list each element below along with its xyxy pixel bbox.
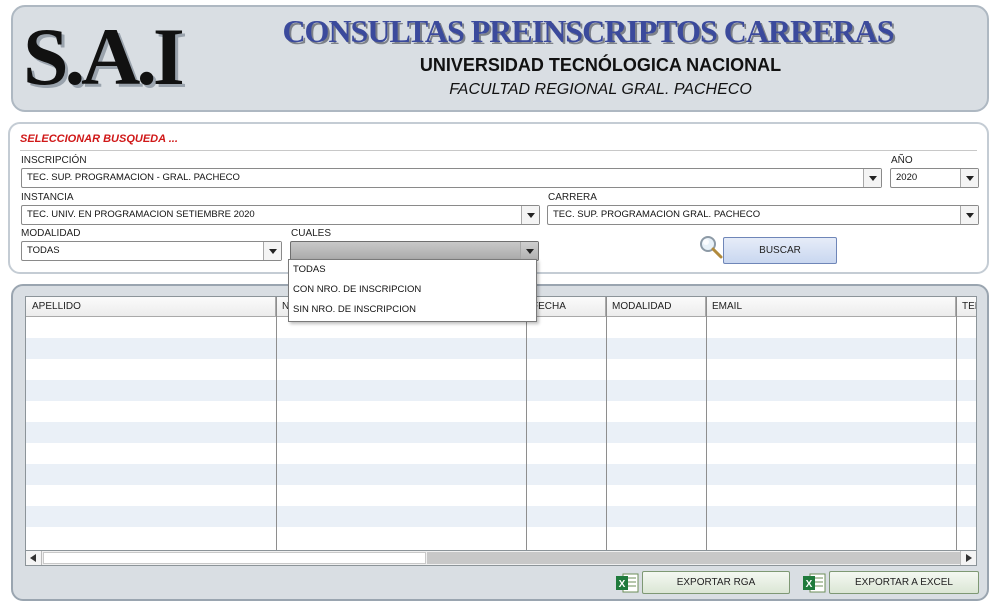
cuales-dropdown-list: TODAS CON NRO. DE INSCRIPCION SIN NRO. D… — [288, 259, 537, 322]
instancia-label: INSTANCIA — [21, 192, 74, 203]
page-title: CONSULTAS PREINSCRIPTOS CARRERAS — [282, 13, 894, 49]
table-row[interactable] — [26, 338, 976, 359]
excel-icon: X — [616, 573, 639, 593]
section-divider — [20, 150, 977, 151]
chevron-down-icon[interactable] — [521, 206, 539, 224]
inscripcion-value: TEC. SUP. PROGRAMACION - GRAL. PACHECO — [27, 172, 240, 183]
chevron-down-icon[interactable] — [520, 242, 538, 260]
table-row[interactable] — [26, 506, 976, 527]
search-section-title: SELECCIONAR BUSQUEDA ... — [20, 133, 178, 145]
export-excel-button[interactable]: EXPORTAR A EXCEL — [829, 571, 979, 594]
cuales-select[interactable] — [290, 241, 539, 261]
column-divider — [526, 297, 527, 551]
instancia-select[interactable]: TEC. UNIV. EN PROGRAMACION SETIEMBRE 202… — [21, 205, 540, 225]
column-divider — [956, 297, 957, 551]
column-header-email[interactable]: EMAIL — [706, 297, 956, 317]
results-panel: APELLIDO N FECHA MODALIDAD EMAIL TEL — [11, 284, 989, 601]
inscripcion-select[interactable]: TEC. SUP. PROGRAMACION - GRAL. PACHECO — [21, 168, 882, 188]
anio-select[interactable]: 2020 — [890, 168, 979, 188]
chevron-down-icon[interactable] — [960, 169, 978, 187]
modalidad-select[interactable]: TODAS — [21, 241, 282, 261]
horizontal-scrollbar[interactable] — [25, 550, 977, 566]
column-header-apellido[interactable]: APELLIDO — [26, 297, 276, 317]
carrera-value: TEC. SUP. PROGRAMACION GRAL. PACHECO — [553, 209, 761, 220]
table-row[interactable] — [26, 443, 976, 464]
dropdown-option-con-nro[interactable]: CON NRO. DE INSCRIPCION — [289, 280, 536, 300]
results-grid[interactable]: APELLIDO N FECHA MODALIDAD EMAIL TEL — [25, 296, 977, 552]
scroll-right-icon[interactable] — [960, 551, 976, 565]
magnifier-icon — [700, 236, 723, 259]
table-row[interactable] — [26, 527, 976, 548]
table-row[interactable] — [26, 464, 976, 485]
scroll-left-icon[interactable] — [26, 551, 42, 565]
column-divider — [706, 297, 707, 551]
table-row[interactable] — [26, 422, 976, 443]
anio-label: AÑO — [891, 155, 913, 166]
instancia-value: TEC. UNIV. EN PROGRAMACION SETIEMBRE 202… — [27, 209, 255, 220]
chevron-down-icon[interactable] — [960, 206, 978, 224]
svg-text:X: X — [619, 579, 626, 590]
column-header-fecha[interactable]: FECHA — [526, 297, 606, 317]
table-row[interactable] — [26, 485, 976, 506]
chevron-down-icon[interactable] — [263, 242, 281, 260]
dropdown-option-sin-nro[interactable]: SIN NRO. DE INSCRIPCION — [289, 300, 536, 320]
modalidad-value: TODAS — [27, 245, 60, 256]
table-row[interactable] — [26, 380, 976, 401]
inscripcion-label: INSCRIPCIÓN — [21, 155, 87, 166]
scroll-thumb[interactable] — [43, 552, 426, 564]
export-rga-button[interactable]: EXPORTAR RGA — [642, 571, 790, 594]
carrera-label: CARRERA — [548, 192, 597, 203]
column-divider — [276, 297, 277, 551]
app-logo: S.A.I — [23, 11, 185, 102]
cuales-label: CUALES — [291, 228, 332, 239]
dropdown-option-todas[interactable]: TODAS — [289, 260, 536, 280]
buscar-button[interactable]: BUSCAR — [723, 237, 837, 264]
app-header: S.A.I CONSULTAS PREINSCRIPTOS CARRERAS U… — [11, 5, 989, 112]
chevron-down-icon[interactable] — [863, 169, 881, 187]
table-row[interactable] — [26, 359, 976, 380]
excel-icon: X — [803, 573, 826, 593]
column-header-tel[interactable]: TEL — [956, 297, 976, 317]
table-row[interactable] — [26, 401, 976, 422]
carrera-select[interactable]: TEC. SUP. PROGRAMACION GRAL. PACHECO — [547, 205, 979, 225]
svg-text:X: X — [806, 579, 813, 590]
scroll-track[interactable] — [427, 552, 960, 564]
faculty-name: FACULTAD REGIONAL GRAL. PACHECO — [449, 81, 752, 98]
grid-body — [26, 317, 976, 551]
university-name: UNIVERSIDAD TECNÓLOGICA NACIONAL — [419, 55, 782, 75]
column-header-modalidad[interactable]: MODALIDAD — [606, 297, 706, 317]
search-panel: SELECCIONAR BUSQUEDA ... INSCRIPCIÓN TEC… — [8, 122, 989, 274]
modalidad-label: MODALIDAD — [21, 228, 81, 239]
column-divider — [606, 297, 607, 551]
